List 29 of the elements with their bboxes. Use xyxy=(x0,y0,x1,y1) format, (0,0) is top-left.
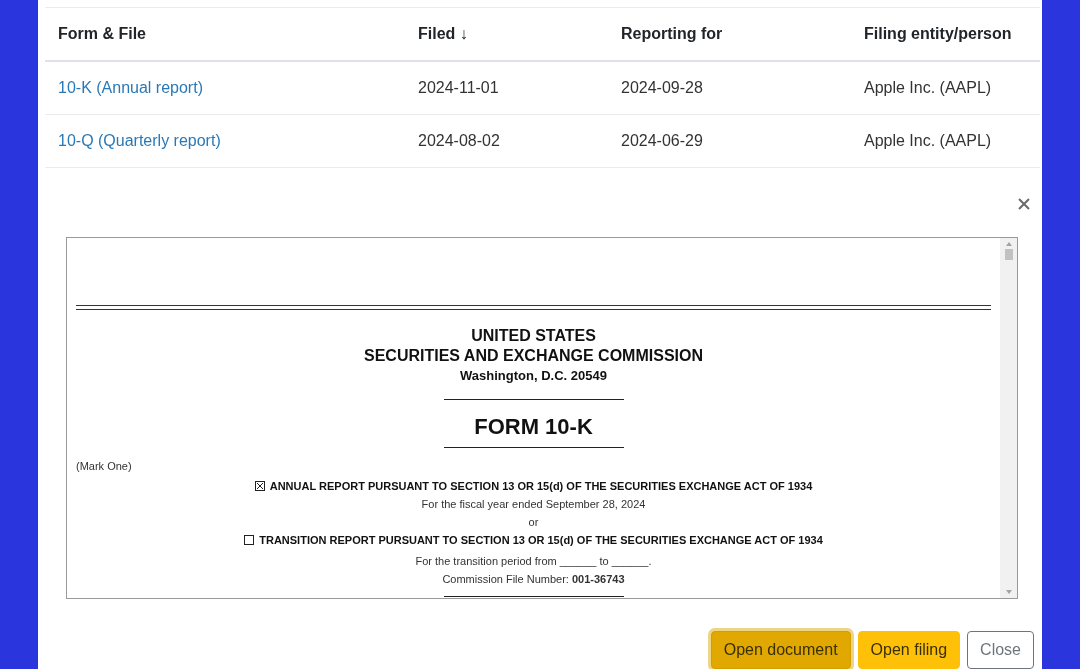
table-cell-text: 2024-11-01 xyxy=(418,78,499,98)
table-cell-text: 2024-06-29 xyxy=(621,131,703,151)
separator-text: or xyxy=(527,515,540,530)
table-cell-text: 2024-08-02 xyxy=(418,131,500,151)
file-number: Commission File Number: 001-36743 xyxy=(441,572,626,587)
filing-link[interactable]: 10-Q (Quarterly report) xyxy=(58,129,221,153)
column-header[interactable]: Reporting for xyxy=(621,22,723,46)
form-title: FORM 10-K xyxy=(473,413,594,441)
scrollbar[interactable] xyxy=(1000,238,1017,598)
open-button[interactable]: Open document xyxy=(710,631,851,669)
report-detail: For the transition period from ______ to ______. xyxy=(414,554,653,569)
column-header[interactable]: Form & File xyxy=(58,22,146,46)
document-heading: SECURITIES AND EXCHANGE COMMISSION xyxy=(363,346,704,366)
table-cell-text: Apple Inc. (AAPL) xyxy=(864,131,992,151)
close-icon xyxy=(1018,198,1030,210)
mark-one-note: (Mark One) xyxy=(76,459,133,473)
document-address: Washington, D.C. 20549 xyxy=(459,367,608,385)
column-header[interactable]: Filed ↓ xyxy=(418,22,468,46)
close-button[interactable]: Close xyxy=(967,631,1034,669)
open-button[interactable]: Open filing xyxy=(857,631,961,669)
table-cell-text: Apple Inc. (AAPL) xyxy=(864,78,992,98)
close-button[interactable] xyxy=(1017,197,1031,211)
report-option: TRANSITION REPORT PURSUANT TO SECTION 13 OR 15(d) OF THE SECURITIES EXCHANGE ACT OF 1934 xyxy=(259,531,823,549)
document-heading: UNITED STATES xyxy=(470,326,597,346)
column-header[interactable]: Filing entity/person xyxy=(864,22,1012,46)
table-cell-text: 2024-09-28 xyxy=(621,78,703,98)
report-detail: For the fiscal year ended September 28, 2024 xyxy=(420,497,647,512)
filing-link[interactable]: 10-K (Annual report) xyxy=(58,76,203,100)
report-option: ANNUAL REPORT PURSUANT TO SECTION 13 OR 15(d) OF THE SECURITIES EXCHANGE ACT OF 1934 xyxy=(269,477,813,495)
